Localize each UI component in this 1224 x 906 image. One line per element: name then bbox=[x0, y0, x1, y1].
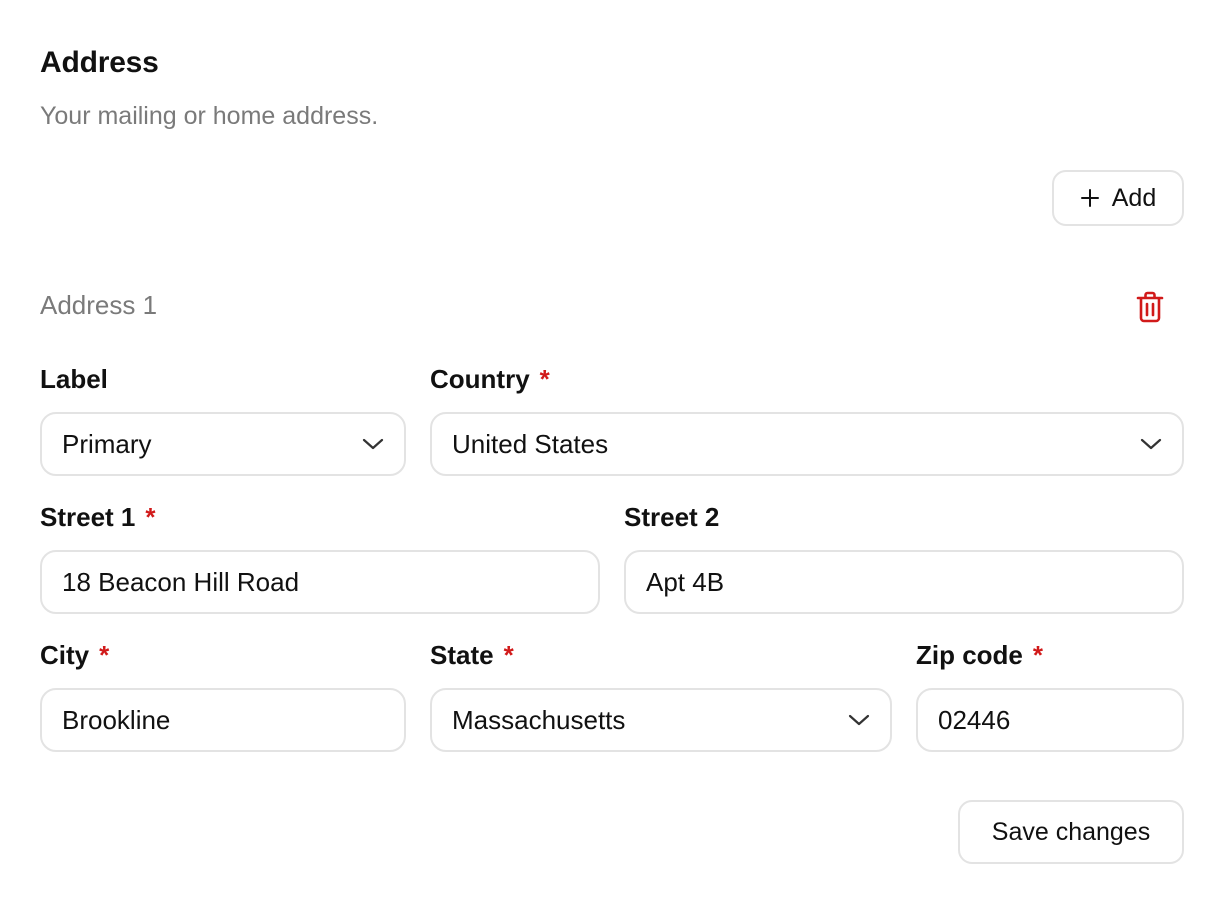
state-select[interactable]: Massachusetts bbox=[430, 688, 892, 752]
chevron-down-icon bbox=[848, 714, 870, 726]
street2-field-label-text: Street 2 bbox=[624, 502, 720, 532]
chevron-down-icon bbox=[362, 438, 384, 450]
street2-field-label: Street 2 bbox=[624, 502, 719, 533]
plus-icon bbox=[1080, 189, 1099, 207]
label-field-label: Label bbox=[40, 364, 108, 395]
add-button-label: Add bbox=[1111, 183, 1157, 212]
trash-icon bbox=[1136, 291, 1164, 323]
country-select[interactable]: United States bbox=[430, 412, 1184, 476]
state-select-value: Massachusetts bbox=[452, 704, 626, 735]
required-mark: * bbox=[145, 502, 156, 532]
city-field-label: City * bbox=[40, 640, 109, 671]
save-changes-button[interactable]: Save changes bbox=[958, 800, 1184, 864]
state-field-label-text: State bbox=[430, 640, 494, 670]
section-subtitle: Your mailing or home address. bbox=[40, 102, 379, 130]
add-address-button[interactable]: Add bbox=[1052, 170, 1184, 226]
label-field-label-text: Label bbox=[40, 364, 108, 394]
required-mark: * bbox=[503, 640, 514, 670]
state-field-label: State * bbox=[430, 640, 514, 671]
street1-field-label: Street 1 * bbox=[40, 502, 156, 533]
zip-field-label-text: Zip code bbox=[916, 640, 1023, 670]
city-field-label-text: City bbox=[40, 640, 90, 670]
chevron-down-icon bbox=[1140, 438, 1162, 450]
city-input[interactable] bbox=[40, 688, 406, 752]
country-select-value: United States bbox=[452, 428, 609, 459]
street1-field-label-text: Street 1 bbox=[40, 502, 136, 532]
country-field-label: Country * bbox=[430, 364, 550, 395]
required-mark: * bbox=[1032, 640, 1044, 670]
section-title: Address bbox=[40, 46, 159, 79]
zip-code-input[interactable] bbox=[916, 688, 1184, 752]
required-mark: * bbox=[539, 364, 550, 394]
delete-address-button[interactable] bbox=[1134, 290, 1166, 324]
label-select-value: Primary bbox=[62, 428, 152, 459]
label-select[interactable]: Primary bbox=[40, 412, 406, 476]
street2-input[interactable] bbox=[624, 550, 1184, 614]
required-mark: * bbox=[99, 640, 110, 670]
country-field-label-text: Country bbox=[430, 364, 530, 394]
street1-input[interactable] bbox=[40, 550, 600, 614]
zip-field-label: Zip code * bbox=[916, 640, 1043, 671]
address-group-title: Address 1 bbox=[40, 290, 158, 320]
address-settings-page: Address Your mailing or home address. Ad… bbox=[0, 0, 1224, 906]
